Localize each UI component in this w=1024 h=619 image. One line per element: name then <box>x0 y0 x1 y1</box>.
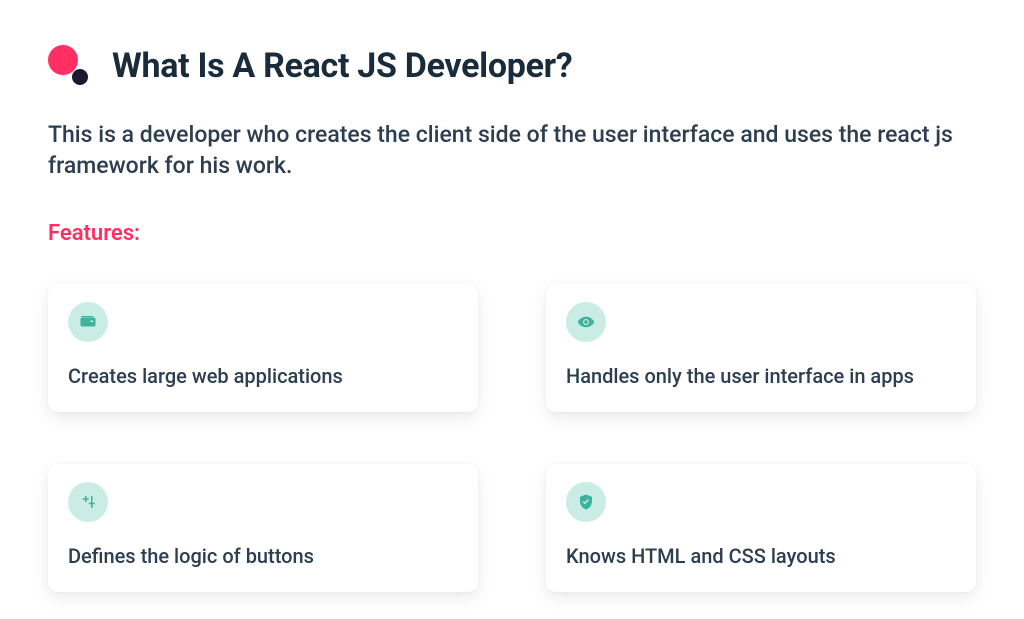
feature-text: Knows HTML and CSS layouts <box>566 544 956 568</box>
feature-text: Creates large web applications <box>68 364 458 388</box>
feature-card: Creates large web applications <box>48 284 478 412</box>
logo-icon <box>48 45 90 87</box>
feature-text: Handles only the user interface in apps <box>566 364 956 388</box>
features-grid: Creates large web applications Handles o… <box>48 284 976 592</box>
page-title: What Is A React JS Developer? <box>112 46 572 86</box>
feature-card: Defines the logic of buttons <box>48 464 478 592</box>
feature-card: Handles only the user interface in apps <box>546 284 976 412</box>
eye-icon <box>566 302 606 342</box>
shield-check-icon <box>566 482 606 522</box>
description-text: This is a developer who creates the clie… <box>48 119 976 181</box>
header: What Is A React JS Developer? <box>48 45 976 87</box>
sliders-icon <box>68 482 108 522</box>
feature-text: Defines the logic of buttons <box>68 544 458 568</box>
feature-card: Knows HTML and CSS layouts <box>546 464 976 592</box>
wallet-icon <box>68 302 108 342</box>
features-label: Features: <box>48 221 976 246</box>
